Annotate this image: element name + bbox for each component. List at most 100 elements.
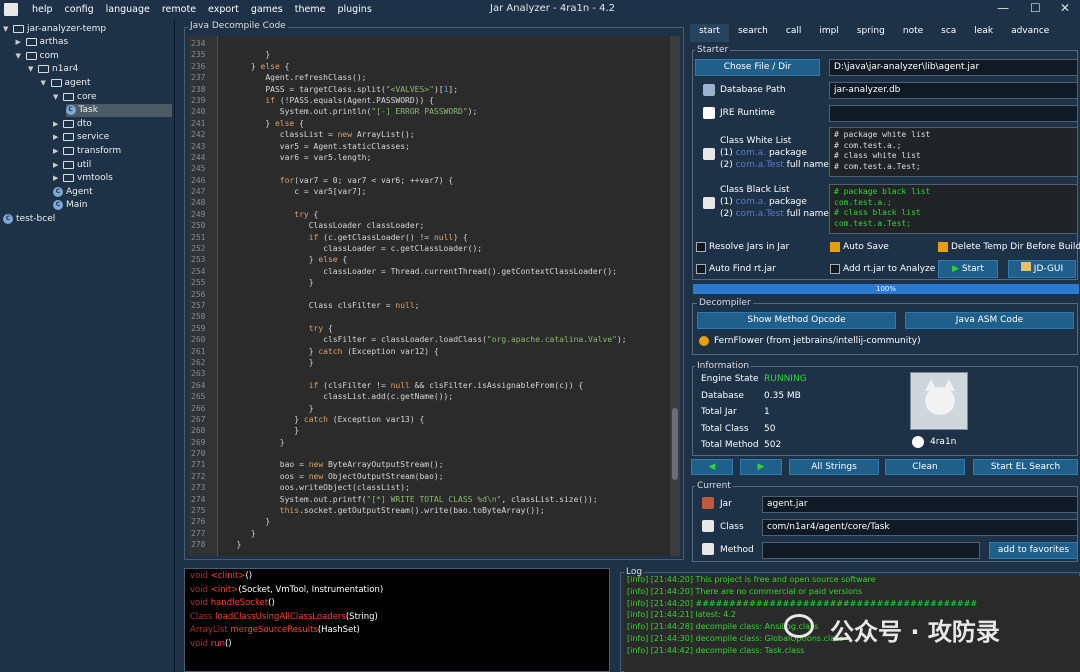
code-line[interactable]: if (clsFilter != null && clsFilter.isAss… [222,380,627,391]
code-line[interactable]: try { [222,323,627,334]
method-item[interactable]: Class loadClassUsingAllClassLoaders(Stri… [190,612,378,622]
database-path-field[interactable]: jar-analyzer.db [829,82,1078,99]
code-line[interactable]: } [222,357,627,368]
tab-advance[interactable]: advance [1002,24,1058,42]
code-line[interactable]: } [222,425,627,436]
file-tree[interactable]: ▼ jar-analyzer-temp ▶ arthas ▼ com ▼ n1ar4 ▼ agen… [0,19,175,672]
code-editor[interactable]: 234 235 236 237 238 239 240 241 242 243 244 245 246 2… [188,36,680,556]
method-item[interactable]: void <init>(Socket, VmTool, Instrumentat… [190,585,383,595]
tab-search[interactable]: search [729,24,777,42]
forward-button[interactable]: ▶ [740,459,782,475]
chevron-right-icon[interactable]: ▶ [53,133,63,141]
white-list-textarea[interactable]: # package white list # com.test.a.; # cl… [829,127,1078,177]
resolve-jars-checkbox[interactable] [696,242,706,252]
chevron-right-icon[interactable]: ▶ [53,120,63,128]
tab-call[interactable]: call [777,24,810,42]
close-button[interactable]: ✕ [1060,1,1070,15]
tree-node[interactable]: C Agent [53,185,93,198]
code-line[interactable]: } [222,277,627,288]
add-rt-checkbox[interactable] [830,264,840,274]
auto-save-checkbox[interactable] [830,242,840,252]
back-button[interactable]: ◀ [691,459,733,475]
code-line[interactable]: PASS = targetClass.split("<VALVES>")[1]; [222,84,627,95]
jd-gui-button[interactable]: JD-GUI [1008,260,1076,278]
code-line[interactable]: Agent.refreshClass(); [222,72,627,83]
tree-node[interactable]: ▶ util [53,158,91,171]
chevron-right-icon[interactable]: ▶ [16,38,26,46]
code-line[interactable]: classLoader = Thread.currentThread().get… [222,266,627,277]
code-line[interactable]: classList.add(c.getName()); [222,391,627,402]
tab-spring[interactable]: spring [848,24,894,42]
code-line[interactable]: Class clsFilter = null; [222,300,627,311]
minimize-button[interactable]: — [997,1,1009,15]
code-line[interactable] [222,289,627,300]
code-line[interactable] [222,448,627,459]
menu-config[interactable]: config [65,4,94,15]
code-line[interactable]: bao = new ByteArrayOutputStream(); [222,459,627,470]
code-line[interactable]: clsFilter = classLoader.loadClass("org.a… [222,334,626,345]
code-line[interactable]: } [222,403,627,414]
code-line[interactable]: } [222,528,627,539]
chevron-down-icon[interactable]: ▼ [53,93,63,101]
code-line[interactable]: } [222,49,627,60]
tree-node[interactable]: C Main [53,199,88,212]
code-line[interactable]: } else { [222,61,627,72]
code-line[interactable]: for(var7 = 0; var7 < var6; ++var7) { [222,175,627,186]
menu-language[interactable]: language [106,4,150,15]
chevron-down-icon[interactable]: ▼ [41,79,51,87]
code-line[interactable]: } [222,516,627,527]
fernflower-radio[interactable] [699,336,709,346]
tab-leak[interactable]: leak [965,24,1002,42]
jre-runtime-field[interactable] [829,105,1078,122]
code-line[interactable]: } catch (Exception var13) { [222,414,627,425]
code-scroll-thumb[interactable] [672,408,678,480]
chevron-right-icon[interactable]: ▶ [53,174,63,182]
code-line[interactable]: var5 = Agent.staticClasses; [222,141,627,152]
chevron-right-icon[interactable]: ▶ [53,161,63,169]
code-line[interactable]: this.socket.getOutputStream().write(bao.… [222,505,627,516]
tree-node[interactable]: ▶ dto [53,117,92,130]
file-path-field[interactable]: D:\java\jar-analyzer\lib\agent.jar [829,59,1078,76]
method-list[interactable]: void <clinit>() void <init>(Socket, VmToo… [184,568,610,672]
chevron-down-icon[interactable]: ▼ [16,52,26,60]
all-strings-button[interactable]: All Strings [789,459,879,475]
tree-node[interactable]: ▼ agent [41,76,91,89]
code-line[interactable] [222,311,627,322]
chevron-down-icon[interactable]: ▼ [3,25,13,33]
tree-node[interactable]: ▼ com [16,49,59,62]
menu-remote[interactable]: remote [162,4,196,15]
method-item[interactable]: void run() [190,639,232,649]
chevron-right-icon[interactable]: ▶ [53,147,63,155]
code-line[interactable] [222,163,627,174]
code-line[interactable]: System.out.println("[-] ERROR PASSWORD")… [222,106,627,117]
tree-node[interactable]: ▶ transform [53,144,121,157]
current-class-field[interactable]: com/n1ar4/agent/core/Task [762,519,1078,536]
tab-impl[interactable]: impl [810,24,847,42]
clean-button[interactable]: Clean [885,459,965,475]
code-line[interactable]: } [222,437,627,448]
code-line[interactable]: classList = new ArrayList(); [222,129,627,140]
code-line[interactable]: System.out.printf("[*] WRITE TOTAL CLASS… [222,494,627,505]
code-line[interactable]: c = var5[var7]; [222,186,627,197]
code-line[interactable]: } catch (Exception var12) { [222,346,627,357]
code-line[interactable]: } else { [222,254,627,265]
tree-node[interactable]: ▼ jar-analyzer-temp [3,22,106,35]
choose-file-button[interactable]: Chose File / Dir [695,59,820,76]
menu-plugins[interactable]: plugins [337,4,371,15]
code-line[interactable]: if (!PASS.equals(Agent.PASSWORD)) { [222,95,627,106]
chevron-down-icon[interactable]: ▼ [28,65,38,73]
tree-node[interactable]: ▼ n1ar4 [28,63,78,76]
tab-start[interactable]: start [690,24,729,42]
current-method-field[interactable] [762,542,980,559]
code-line[interactable]: classLoader = c.getClassLoader(); [222,243,627,254]
code-line[interactable]: var6 = var5.length; [222,152,627,163]
code-line[interactable]: oos = new ObjectOutputStream(bao); [222,471,627,482]
code-line[interactable]: } [222,539,627,550]
add-to-favorites-button[interactable]: add to favorites [989,542,1078,559]
code-line[interactable] [222,368,627,379]
current-jar-field[interactable]: agent.jar [762,496,1078,513]
code-line[interactable]: try { [222,209,627,220]
delete-temp-checkbox[interactable] [938,242,948,252]
menu-games[interactable]: games [251,4,283,15]
tab-sca[interactable]: sca [932,24,965,42]
